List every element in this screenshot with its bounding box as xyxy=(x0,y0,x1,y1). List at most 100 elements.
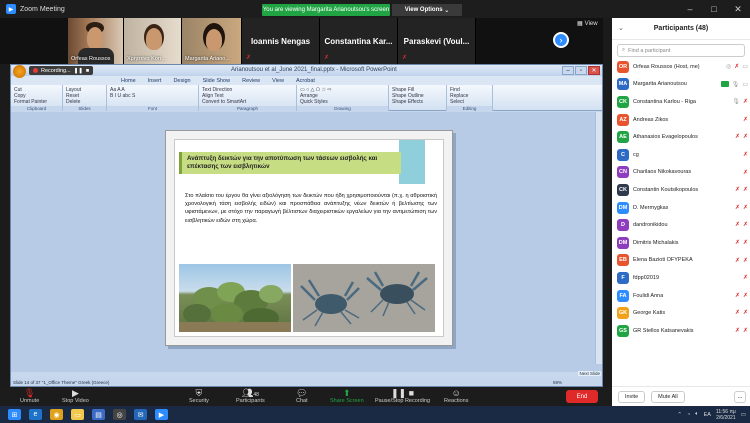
tab-view[interactable]: View xyxy=(272,78,284,84)
participant-row[interactable]: AE Athanasios Evagelopoulos ✗ ✗ xyxy=(612,128,750,146)
unmute-button[interactable]: 🎙︎ Unmute xyxy=(20,388,39,404)
delete-button[interactable]: Delete xyxy=(66,99,103,105)
chevron-up-icon[interactable]: ⌃ xyxy=(677,412,682,418)
participant-name: Elena Bazioti OFYPEKA xyxy=(633,257,693,264)
tab-acrobat[interactable]: Acrobat xyxy=(296,78,315,84)
participants-title: Participants (48) xyxy=(653,25,709,32)
video-tile[interactable]: Constantina Kar... ✗ xyxy=(320,18,398,64)
participant-row[interactable]: CK Constantina Karlou - Riga 🎙︎ ✗ xyxy=(612,93,750,111)
participants-label: Participants xyxy=(236,398,265,404)
volume-icon[interactable]: 🔈︎ xyxy=(695,411,698,418)
video-tile[interactable]: Orfeas Roussos xyxy=(68,18,124,64)
tab-slide-show[interactable]: Slide Show xyxy=(203,78,231,84)
collapse-chevron-icon[interactable]: ⌄ xyxy=(618,24,624,32)
windows-start-icon[interactable]: ⊞ xyxy=(8,409,21,420)
participant-name: D. Mermygkas xyxy=(633,204,669,211)
video-off-icon: ✗ xyxy=(742,292,748,299)
tab-insert[interactable]: Insert xyxy=(148,78,162,84)
tab-review[interactable]: Review xyxy=(242,78,260,84)
notifications-icon[interactable]: ▭ xyxy=(741,412,746,418)
participant-row[interactable]: GK George Katis ✗ ✗ xyxy=(612,304,750,322)
participant-status-icons: 🎙︎ ✗ xyxy=(732,98,748,105)
participants-button[interactable]: 👥︎48 Participants xyxy=(236,388,265,404)
participant-row[interactable]: OR Orfeas Roussos (Host, me) ◎ ✗ ▭ xyxy=(612,58,750,76)
store-icon[interactable]: ▤ xyxy=(92,409,105,420)
share-screen-label: Share Screen xyxy=(330,398,364,404)
participant-row[interactable]: Ddandronikidou ✗ ✗ xyxy=(612,216,750,234)
video-tile[interactable]: Margarita Ariano... xyxy=(182,18,242,64)
format-painter-button[interactable]: Format Painter xyxy=(14,99,59,105)
ppt-title-bar: Recording... ❚❚ ■ Arianoutsou et al_June… xyxy=(11,65,602,78)
next-page-arrow-icon[interactable]: › xyxy=(553,32,569,48)
stop-icon[interactable]: ■ xyxy=(86,68,89,74)
video-tile[interactable]: Χρηστίνα Κοπ... xyxy=(124,18,182,64)
crab-photo[interactable] xyxy=(293,264,435,332)
next-slide-button[interactable]: Next Slide xyxy=(578,371,601,376)
video-name: Margarita Ariano... xyxy=(185,56,230,62)
zoom-level[interactable]: 59% xyxy=(553,380,562,385)
view-button[interactable]: ▦ View xyxy=(577,20,598,28)
reactions-button[interactable]: ☺ Reactions xyxy=(444,388,468,404)
ppt-vertical-scrollbar[interactable] xyxy=(595,112,602,364)
ppt-minimize-button[interactable]: – xyxy=(562,66,574,75)
ppt-close-button[interactable]: ✕ xyxy=(588,66,600,75)
participant-name: Andreas Zikos xyxy=(633,116,669,123)
participant-row[interactable]: DM D. Mermygkas ✗ ✗ xyxy=(612,199,750,217)
font-style-controls[interactable]: B I U abc S xyxy=(110,93,195,99)
video-tile[interactable]: Paraskevi (Voul... ✗ xyxy=(398,18,476,64)
participant-row[interactable]: FA Foulidi Anna ✗ ✗ xyxy=(612,287,750,305)
stop-video-button[interactable]: ▶ Stop Video xyxy=(62,388,89,404)
invite-button[interactable]: Invite xyxy=(618,390,646,403)
end-meeting-button[interactable]: End xyxy=(566,390,598,403)
quick-styles-button[interactable]: Quick Styles xyxy=(300,99,385,105)
group-label: Drawing xyxy=(297,106,388,111)
ppt-maximize-button[interactable]: ▫ xyxy=(575,66,587,75)
smartart-button[interactable]: Convert to SmartArt xyxy=(202,99,293,105)
participant-row[interactable]: AZ Andreas Zikos ✗ xyxy=(612,111,750,129)
participant-row[interactable]: DM Dimitris Michalakis ✗ ✗ xyxy=(612,234,750,252)
pause-stop-recording-button[interactable]: ❚❚ ■ Pause/Stop Recording xyxy=(375,388,430,404)
video-tile[interactable]: Ioannis Nengas ✗ xyxy=(242,18,320,64)
edge-browser-icon[interactable]: e xyxy=(29,409,42,420)
clock[interactable]: 11:56 πμ 2/6/2021 xyxy=(716,409,736,421)
slide[interactable]: Ανάπτυξη δεικτών για την αποτύπωση των τ… xyxy=(165,130,453,346)
slide-body-text[interactable]: Στο πλαίσιο του έργου θα γίνει αξιολόγησ… xyxy=(185,192,437,225)
pause-icon[interactable]: ❚❚ xyxy=(74,68,83,74)
chat-button[interactable]: 💬︎ Chat xyxy=(296,388,308,404)
cactus-photo[interactable] xyxy=(179,264,291,332)
minimize-button[interactable]: – xyxy=(678,0,702,18)
maximize-button[interactable]: □ xyxy=(702,0,726,18)
tab-home[interactable]: Home xyxy=(121,78,136,84)
close-button[interactable]: ✕ xyxy=(726,0,750,18)
zoom-taskbar-icon[interactable]: ▶ xyxy=(155,409,168,420)
file-explorer-icon[interactable]: ▭ xyxy=(71,409,84,420)
participant-row[interactable]: Ccg ✗ xyxy=(612,146,750,164)
participant-row[interactable]: EB Elena Bazioti OFYPEKA ✗ ✗ xyxy=(612,252,750,270)
select-button[interactable]: Select xyxy=(450,99,489,105)
recording-indicator[interactable]: Recording... ❚❚ ■ xyxy=(29,66,94,75)
shape-effects-button[interactable]: Shape Effects xyxy=(392,99,443,105)
chrome-browser-icon[interactable]: ◉ xyxy=(50,409,63,420)
share-screen-button[interactable]: ⬆ Share Screen xyxy=(330,388,364,404)
app-icon[interactable]: ◎ xyxy=(113,409,126,420)
more-options-button[interactable]: ... xyxy=(734,390,746,403)
video-on-icon xyxy=(720,80,729,87)
participant-row[interactable]: GS GR Stellos Katsanevakis ✗ ✗ xyxy=(612,322,750,340)
mute-all-button[interactable]: Mute All xyxy=(651,390,685,403)
tab-design[interactable]: Design xyxy=(173,78,190,84)
participant-row[interactable]: CK Constantin Koutsikopoulos ✗ ✗ xyxy=(612,181,750,199)
office-button-icon[interactable] xyxy=(13,65,26,78)
mail-icon[interactable]: ✉ xyxy=(134,409,147,420)
screen-share-icon: ◎ xyxy=(726,64,732,70)
wifi-icon[interactable]: ◔ xyxy=(687,412,690,418)
participant-row[interactable]: Ffdpp02019 ✗ xyxy=(612,269,750,287)
avatar: DM xyxy=(617,201,629,214)
slide-title[interactable]: Ανάπτυξη δεικτών για την αποτύπωση των τ… xyxy=(179,152,401,174)
participant-search-input[interactable]: ⌕ Find a participant xyxy=(617,44,745,57)
security-button[interactable]: ⛨ Security xyxy=(189,388,209,404)
participant-row[interactable]: MA Margarita Arianoutsou 🎙︎ ▭ xyxy=(612,76,750,94)
language-indicator[interactable]: EA xyxy=(704,412,711,418)
ribbon-group-drawing: ▭ ○ △ ⬠ ☆ ⇨ Arrange Quick Styles Drawing xyxy=(297,85,389,111)
participant-row[interactable]: CN Charilaos Nikokavouras ✗ xyxy=(612,164,750,182)
view-options-button[interactable]: View Options ⌄ xyxy=(392,4,462,16)
